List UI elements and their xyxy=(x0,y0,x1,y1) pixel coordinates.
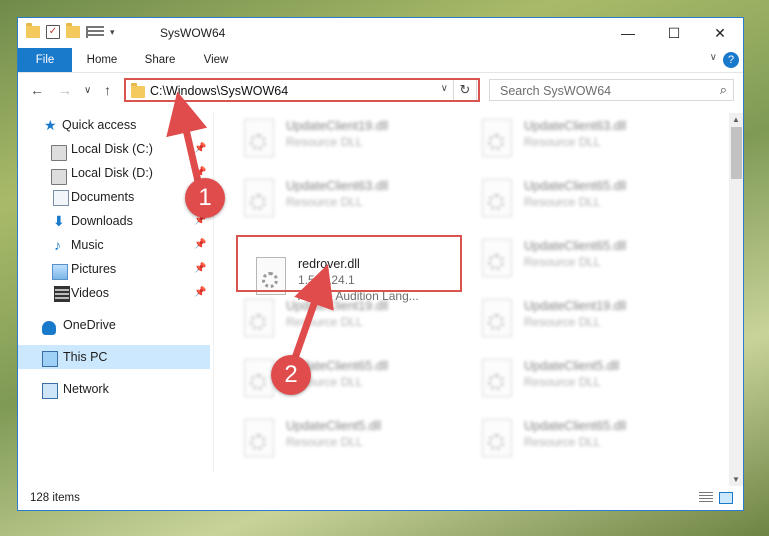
customize-toolbar-icon[interactable] xyxy=(86,26,104,38)
sidebar-item-quick-access[interactable]: ★ Quick access xyxy=(18,113,210,137)
close-button[interactable]: ✕ xyxy=(697,18,743,48)
sidebar-item-documents[interactable]: Documents 📌 xyxy=(18,185,210,209)
dll-file-icon xyxy=(244,119,274,157)
ribbon-expand-button[interactable]: ∨ xyxy=(710,52,717,63)
videos-icon xyxy=(54,286,70,302)
search-box[interactable]: ⌕ xyxy=(489,79,734,101)
star-icon: ★ xyxy=(44,117,57,133)
tab-file[interactable]: File xyxy=(18,48,72,72)
scroll-down-icon[interactable]: ▼ xyxy=(732,475,740,484)
dll-file-icon xyxy=(244,179,274,217)
sidebar-item-network[interactable]: Network xyxy=(18,377,210,401)
tab-view[interactable]: View xyxy=(194,48,238,72)
file-item[interactable]: UpdateClient65.dll Resource DLL xyxy=(472,413,697,465)
window-controls: — ☐ ✕ xyxy=(605,18,743,48)
scroll-up-icon[interactable]: ▲ xyxy=(732,115,740,124)
step-1-badge: 1 xyxy=(185,178,225,218)
onedrive-icon xyxy=(42,321,56,335)
pin-icon[interactable]: 📌 xyxy=(194,257,206,281)
navigation-pane: ★ Quick access Local Disk (C:) 📌 Local D… xyxy=(18,113,212,473)
forward-button[interactable]: → xyxy=(58,82,72,98)
pin-icon[interactable]: 📌 xyxy=(194,281,206,305)
title-bar: ✓ ▾ SysWOW64 — ☐ ✕ xyxy=(18,18,743,48)
back-button[interactable]: ← xyxy=(30,82,44,98)
pictures-icon xyxy=(52,264,68,280)
dll-file-icon xyxy=(482,239,512,277)
file-item[interactable]: UpdateClient19.dll Resource DLL xyxy=(234,293,459,345)
folder-icon xyxy=(131,83,145,98)
status-bar: 128 items xyxy=(18,488,743,510)
dll-file-icon xyxy=(244,419,274,457)
sidebar-item-pictures[interactable]: Pictures 📌 xyxy=(18,257,210,281)
file-item[interactable]: UpdateClient5.dll Resource DLL xyxy=(472,353,697,405)
dll-file-icon xyxy=(482,299,512,337)
dll-file-icon xyxy=(482,359,512,397)
scroll-thumb[interactable] xyxy=(731,127,742,179)
file-item[interactable]: UpdateClient65.dll Resource DLL xyxy=(472,173,697,225)
search-input[interactable] xyxy=(498,83,702,99)
up-button[interactable]: ↑ xyxy=(104,82,111,98)
item-count: 128 items xyxy=(30,492,80,504)
refresh-button[interactable]: ↻ xyxy=(453,80,476,100)
pin-icon[interactable]: 📌 xyxy=(194,233,206,257)
file-item[interactable]: UpdateClient65.dll Resource DLL xyxy=(472,233,697,285)
this-pc-icon xyxy=(42,351,58,367)
sidebar-item-videos[interactable]: Videos 📌 xyxy=(18,281,210,305)
details-view-icon[interactable] xyxy=(699,492,713,504)
downloads-icon: ⬇ xyxy=(53,213,65,229)
search-icon[interactable]: ⌕ xyxy=(720,82,727,98)
maximize-button[interactable]: ☐ xyxy=(651,18,697,48)
quick-access-toolbar: ✓ ▾ xyxy=(26,23,115,39)
folder-icon[interactable] xyxy=(26,23,40,38)
dll-file-icon xyxy=(482,179,512,217)
large-icons-view-icon[interactable] xyxy=(719,492,733,504)
address-path[interactable]: C:\Windows\SysWOW64 xyxy=(150,84,288,98)
sidebar-item-music[interactable]: ♪ Music 📌 xyxy=(18,233,210,257)
file-highlight-box xyxy=(236,235,462,292)
file-item[interactable]: UpdateClient65.dll Resource DLL xyxy=(234,353,459,405)
new-folder-icon[interactable] xyxy=(66,23,80,38)
documents-icon xyxy=(53,190,69,206)
navigation-bar: ← → ∨ ↑ C:\Windows\SysWOW64 ∨ ↻ ⌕ xyxy=(18,73,743,107)
file-item[interactable]: UpdateClient5.dll Resource DLL xyxy=(234,413,459,465)
file-item[interactable]: UpdateClient19.dll Resource DLL xyxy=(472,293,697,345)
minimize-button[interactable]: — xyxy=(605,18,651,48)
dll-file-icon xyxy=(482,419,512,457)
sidebar-item-local-disk-c[interactable]: Local Disk (C:) 📌 xyxy=(18,137,210,161)
sidebar-item-onedrive[interactable]: OneDrive xyxy=(18,313,210,337)
file-item[interactable]: UpdateClient19.dll Resource DLL xyxy=(234,113,459,165)
sidebar-item-local-disk-d[interactable]: Local Disk (D:) 📌 xyxy=(18,161,210,185)
ribbon-tabs: File Home Share View ∨ ? xyxy=(18,48,743,73)
address-bar[interactable]: C:\Windows\SysWOW64 ∨ ↻ xyxy=(125,79,477,101)
dll-file-icon xyxy=(482,119,512,157)
window-title: SysWOW64 xyxy=(160,26,226,40)
vertical-scrollbar[interactable]: ▲ ▼ xyxy=(729,113,743,486)
pin-icon[interactable]: 📌 xyxy=(194,137,206,161)
step-2-badge: 2 xyxy=(271,355,311,395)
network-icon xyxy=(42,383,58,399)
properties-check-icon[interactable]: ✓ xyxy=(46,25,60,39)
chevron-down-icon[interactable]: ▾ xyxy=(110,27,115,38)
file-item[interactable]: UpdateClient63.dll Resource DLL xyxy=(234,173,459,225)
tab-home[interactable]: Home xyxy=(76,48,128,72)
address-dropdown-button[interactable]: ∨ xyxy=(441,83,448,94)
file-list: UpdateClient19.dll Resource DLL UpdateCl… xyxy=(224,113,729,473)
dll-file-icon xyxy=(244,359,274,397)
tab-share[interactable]: Share xyxy=(138,48,182,72)
sidebar-item-downloads[interactable]: ⬇ Downloads 📌 xyxy=(18,209,210,233)
sidebar-item-this-pc[interactable]: This PC xyxy=(18,345,210,369)
dll-file-icon xyxy=(244,299,274,337)
recent-locations-button[interactable]: ∨ xyxy=(84,85,91,96)
disk-icon xyxy=(51,169,67,185)
music-icon: ♪ xyxy=(54,237,61,253)
disk-icon xyxy=(51,145,67,161)
file-item[interactable]: UpdateClient63.dll Resource DLL xyxy=(472,113,697,165)
help-icon[interactable]: ? xyxy=(723,52,739,68)
pane-divider[interactable] xyxy=(213,113,214,473)
